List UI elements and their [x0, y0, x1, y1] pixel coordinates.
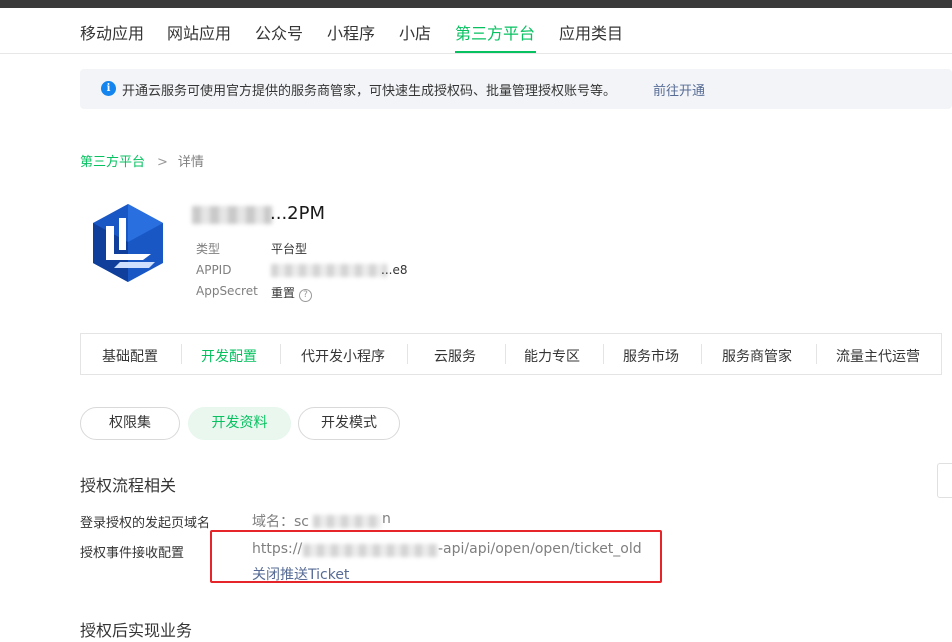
tab-service-manager[interactable]: 服务商管家: [722, 346, 792, 366]
login-domain-start: sc: [294, 514, 309, 530]
login-domain-end: n: [382, 511, 391, 527]
appid-redacted: [271, 264, 387, 277]
tab-cloud-service[interactable]: 云服务: [434, 346, 476, 366]
tab-dev-config[interactable]: 开发配置: [201, 346, 257, 366]
tab-service-market[interactable]: 服务市场: [623, 346, 679, 366]
nav-item-official-account[interactable]: 公众号: [255, 20, 303, 44]
notice-text: 开通云服务可使用官方提供的服务商管家，可快速生成授权码、批量管理授权账号等。: [122, 84, 617, 99]
nav-item-shop[interactable]: 小店: [399, 20, 431, 44]
question-circle-icon[interactable]: ?: [299, 289, 313, 302]
tab-divider: [701, 344, 702, 364]
appid-label: APPID: [196, 263, 232, 277]
config-tabs: 基础配置 开发配置 代开发小程序 云服务 能力专区 服务市场 服务商管家 流量主…: [80, 333, 942, 375]
after-auth-section-title: 授权后实现业务: [80, 621, 193, 640]
appid-value: ...e8: [381, 263, 408, 277]
tab-divider: [280, 344, 281, 364]
login-domain-value: 域名：sc: [252, 511, 309, 531]
info-icon: i: [101, 81, 116, 96]
tab-divider: [181, 344, 182, 364]
tab-traffic-operation[interactable]: 流量主代运营: [836, 346, 920, 366]
app-name-redacted: [192, 206, 272, 224]
appsecret-label: AppSecret: [196, 284, 258, 298]
nav-item-website-app[interactable]: 网站应用: [167, 20, 231, 44]
top-nav: 移动应用 网站应用 公众号 小程序 小店 第三方平台 应用类目: [0, 8, 952, 54]
login-domain-label: 登录授权的发起页域名: [80, 516, 211, 531]
reset-label: 重置: [271, 286, 296, 300]
tab-capability-zone[interactable]: 能力专区: [524, 346, 580, 366]
nav-item-mobile-app[interactable]: 移动应用: [80, 20, 144, 44]
side-panel-handle[interactable]: [937, 463, 952, 498]
type-label: 类型: [196, 242, 221, 256]
nav-active-indicator: [455, 51, 536, 53]
highlight-annotation-box: [210, 530, 662, 583]
subtab-permission-set[interactable]: 权限集: [80, 407, 180, 440]
tab-divider: [603, 344, 604, 364]
breadcrumb-current: 详情: [177, 155, 204, 170]
nav-item-app-category[interactable]: 应用类目: [559, 20, 623, 44]
login-domain-prefix: 域名：: [252, 514, 294, 530]
window-top-bar: [0, 0, 952, 8]
app-name: ...2PM: [270, 203, 326, 224]
event-receive-config-label: 授权事件接收配置: [80, 546, 185, 561]
subtab-dev-materials[interactable]: 开发资料: [188, 407, 291, 440]
login-domain-redacted: [313, 515, 381, 528]
tab-mini-program-dev[interactable]: 代开发小程序: [301, 346, 385, 366]
tab-basic-config[interactable]: 基础配置: [102, 346, 158, 366]
type-value: 平台型: [271, 242, 308, 256]
auth-flow-section-title: 授权流程相关: [80, 476, 177, 495]
notice-banner: i 开通云服务可使用官方提供的服务商管家，可快速生成授权码、批量管理授权账号等。…: [80, 69, 952, 109]
enable-service-link[interactable]: 前往开通: [653, 80, 705, 99]
breadcrumb-separator: >: [157, 155, 168, 170]
appsecret-reset-button[interactable]: 重置?: [271, 284, 313, 302]
breadcrumb: 第三方平台 > 详情: [80, 151, 204, 170]
subtab-dev-mode[interactable]: 开发模式: [298, 407, 400, 440]
tab-divider: [505, 344, 506, 364]
app-logo: [93, 204, 163, 282]
tab-divider: [816, 344, 817, 364]
breadcrumb-parent-link[interactable]: 第三方平台: [80, 155, 145, 170]
nav-item-third-party-platform[interactable]: 第三方平台: [455, 20, 535, 44]
tab-divider: [407, 344, 408, 364]
nav-item-mini-program[interactable]: 小程序: [327, 20, 375, 44]
